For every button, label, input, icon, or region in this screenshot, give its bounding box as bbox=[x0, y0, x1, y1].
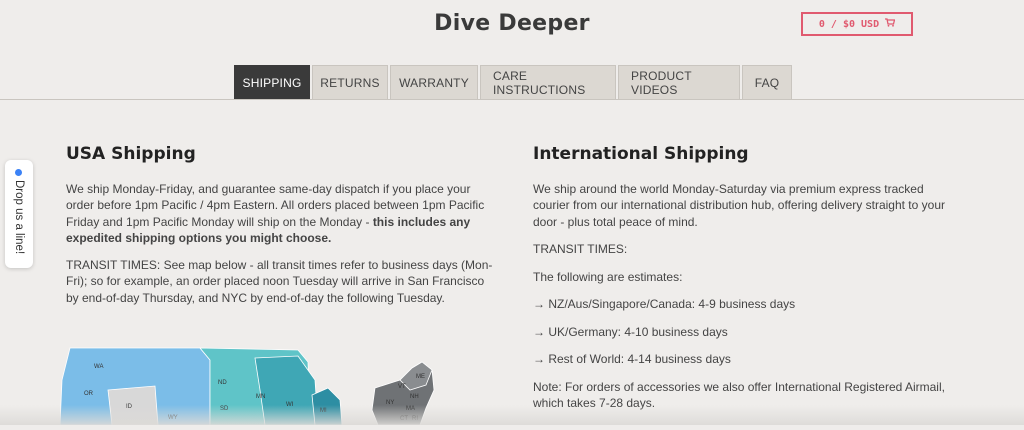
international-shipping-paragraph: We ship around the world Monday-Saturday… bbox=[533, 181, 945, 229]
tab-faq[interactable]: FAQ bbox=[742, 65, 792, 99]
usa-shipping-section: USA Shipping We ship Monday-Friday, and … bbox=[66, 146, 496, 316]
international-shipping-title: International Shipping bbox=[533, 144, 749, 164]
international-transit-label: TRANSIT TIMES: bbox=[533, 242, 628, 256]
bottom-fade bbox=[0, 405, 1024, 425]
map-state-label: MN bbox=[256, 394, 265, 400]
map-state-label: ME bbox=[416, 374, 425, 380]
usa-shipping-title: USA Shipping bbox=[66, 144, 196, 164]
list-item: → NZ/Aus/Singapore/Canada: 4-9 business … bbox=[533, 297, 796, 311]
map-state-label: WA bbox=[94, 364, 103, 370]
usa-shipping-paragraph: We ship Monday-Friday, and guarantee sam… bbox=[66, 181, 496, 247]
tab-shipping[interactable]: SHIPPING bbox=[234, 65, 310, 99]
tab-product-videos[interactable]: PRODUCT VIDEOS bbox=[618, 65, 740, 99]
international-estimates-label: The following are estimates: bbox=[533, 269, 683, 284]
usa-transit-paragraph: TRANSIT TIMES: See map below - all trans… bbox=[66, 257, 493, 305]
map-state-label: ND bbox=[218, 380, 227, 386]
cart-label: 0 / $0 USD bbox=[818, 18, 880, 30]
cart-button[interactable]: 0 / $0 USD bbox=[801, 12, 913, 36]
list-item: → Rest of World: 4-14 business days bbox=[533, 352, 731, 366]
tab-returns[interactable]: RETURNS bbox=[312, 65, 388, 99]
map-state-label: VT bbox=[398, 384, 406, 390]
list-item: → UK/Germany: 4-10 business days bbox=[533, 324, 728, 339]
feedback-widget[interactable]: Drop us a line! bbox=[5, 160, 33, 268]
tab-warranty[interactable]: WARRANTY bbox=[390, 65, 478, 99]
map-state-label: OR bbox=[84, 391, 94, 397]
feedback-label: Drop us a line! bbox=[13, 180, 25, 255]
tab-bar: SHIPPING RETURNS WARRANTY CARE INSTRUCTI… bbox=[234, 65, 792, 99]
map-state-label: NH bbox=[410, 394, 419, 400]
tab-care-instructions[interactable]: CARE INSTRUCTIONS bbox=[480, 65, 616, 99]
status-dot-icon bbox=[15, 169, 22, 176]
international-shipping-section: International Shipping We ship around th… bbox=[533, 146, 963, 423]
cart-icon bbox=[885, 18, 896, 30]
tab-divider bbox=[0, 99, 1024, 100]
